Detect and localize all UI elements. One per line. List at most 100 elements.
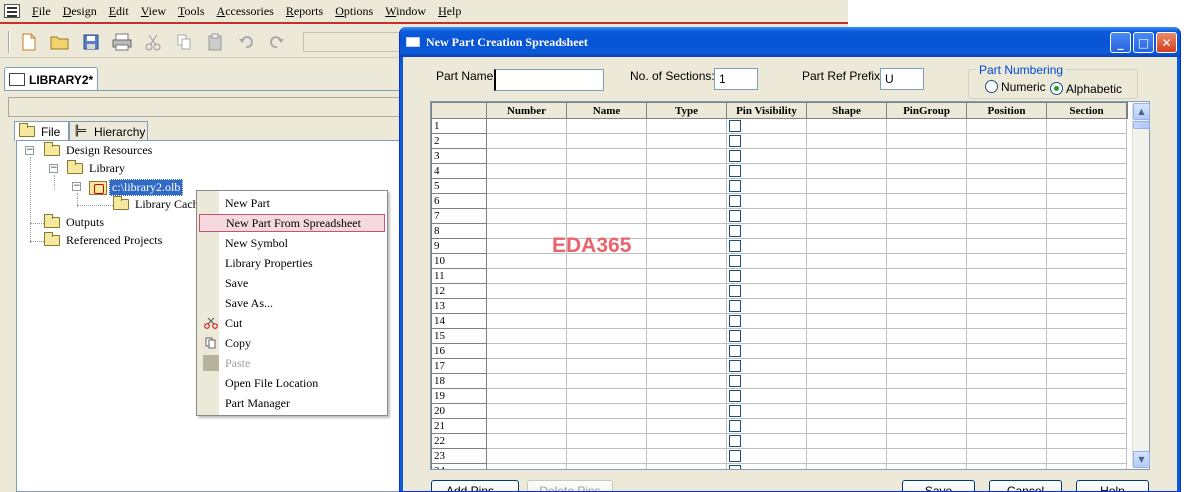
grid-vertical-scrollbar[interactable]: ▲ ▼	[1132, 103, 1150, 468]
grid-cell[interactable]	[566, 268, 647, 284]
menu-item-save[interactable]: Save	[199, 274, 385, 292]
grid-cell[interactable]	[966, 253, 1047, 269]
grid-cell[interactable]	[966, 178, 1047, 194]
menu-item-new-part-from-spreadsheet[interactable]: New Part From Spreadsheet	[199, 214, 385, 232]
grid-cell[interactable]	[966, 403, 1047, 419]
app-icon[interactable]	[4, 4, 20, 18]
pin-visibility-checkbox[interactable]	[729, 240, 741, 252]
grid-cell[interactable]	[806, 448, 887, 464]
grid-cell[interactable]	[486, 268, 567, 284]
grid-cell[interactable]	[646, 298, 727, 314]
tab-file[interactable]: File	[14, 121, 69, 141]
copy-icon[interactable]	[173, 31, 195, 53]
menu-item-open-file-location[interactable]: Open File Location	[199, 374, 385, 392]
row-number[interactable]: 2	[431, 133, 487, 149]
pin-visibility-checkbox[interactable]	[729, 360, 741, 372]
pin-visibility-cell[interactable]	[726, 268, 807, 284]
grid-cell[interactable]	[966, 193, 1047, 209]
grid-cell[interactable]	[806, 433, 887, 449]
collapse-library[interactable]: −	[49, 164, 58, 173]
grid-cell[interactable]	[646, 133, 727, 149]
menu-options[interactable]: Options	[329, 4, 379, 19]
row-number[interactable]: 18	[431, 373, 487, 389]
grid-cell[interactable]	[1046, 148, 1127, 164]
grid-cell[interactable]	[566, 403, 647, 419]
grid-cell[interactable]	[646, 388, 727, 404]
grid-cell[interactable]	[566, 448, 647, 464]
grid-cell[interactable]	[1046, 178, 1127, 194]
grid-cell[interactable]	[1046, 118, 1127, 134]
paste-icon[interactable]	[204, 31, 226, 53]
grid-cell[interactable]	[486, 193, 567, 209]
grid-cell[interactable]	[966, 463, 1047, 469]
grid-cell[interactable]	[646, 313, 727, 329]
grid-cell[interactable]	[886, 178, 967, 194]
column-header-shape[interactable]: Shape	[806, 102, 887, 119]
grid-cell[interactable]	[486, 283, 567, 299]
pin-visibility-checkbox[interactable]	[729, 270, 741, 282]
menu-accessories[interactable]: Accessories	[211, 4, 280, 19]
grid-cell[interactable]	[886, 283, 967, 299]
dialog-title-bar[interactable]: New Part Creation Spreadsheet	[400, 27, 1180, 57]
row-number[interactable]: 5	[431, 178, 487, 194]
pin-visibility-checkbox[interactable]	[729, 150, 741, 162]
pin-visibility-cell[interactable]	[726, 223, 807, 239]
grid-cell[interactable]	[1046, 283, 1127, 299]
scroll-up-icon[interactable]: ▲	[1133, 103, 1150, 120]
pin-visibility-checkbox[interactable]	[729, 120, 741, 132]
collapse-design-resources[interactable]: −	[25, 146, 34, 155]
pin-visibility-cell[interactable]	[726, 148, 807, 164]
row-number[interactable]: 24	[431, 463, 487, 469]
grid-cell[interactable]	[646, 208, 727, 224]
row-number[interactable]: 17	[431, 358, 487, 374]
grid-cell[interactable]	[486, 388, 567, 404]
grid-cell[interactable]	[966, 298, 1047, 314]
pin-visibility-cell[interactable]	[726, 358, 807, 374]
row-number[interactable]: 13	[431, 298, 487, 314]
tree-item-library-cache[interactable]: Library Cach	[113, 196, 199, 212]
pin-visibility-cell[interactable]	[726, 133, 807, 149]
close-button[interactable]: ✕	[1156, 32, 1177, 53]
row-number[interactable]: 19	[431, 388, 487, 404]
grid-cell[interactable]	[486, 358, 567, 374]
column-header-pingroup[interactable]: PinGroup	[886, 102, 967, 119]
grid-cell[interactable]	[486, 163, 567, 179]
grid-cell[interactable]	[886, 448, 967, 464]
row-number[interactable]: 21	[431, 418, 487, 434]
row-number[interactable]: 4	[431, 163, 487, 179]
grid-cell[interactable]	[886, 148, 967, 164]
menu-item-copy[interactable]: Copy	[199, 334, 385, 352]
pin-visibility-cell[interactable]	[726, 448, 807, 464]
pin-visibility-checkbox[interactable]	[729, 135, 741, 147]
pin-visibility-cell[interactable]	[726, 403, 807, 419]
grid-cell[interactable]	[886, 208, 967, 224]
pin-visibility-cell[interactable]	[726, 163, 807, 179]
grid-cell[interactable]	[1046, 403, 1127, 419]
grid-cell[interactable]	[966, 373, 1047, 389]
tree-item-referenced-projects[interactable]: Referenced Projects	[44, 232, 162, 248]
pin-visibility-checkbox[interactable]	[729, 435, 741, 447]
grid-cell[interactable]	[566, 118, 647, 134]
grid-cell[interactable]	[1046, 223, 1127, 239]
row-number[interactable]: 10	[431, 253, 487, 269]
grid-cell[interactable]	[806, 133, 887, 149]
grid-cell[interactable]	[806, 193, 887, 209]
row-number[interactable]: 20	[431, 403, 487, 419]
grid-cell[interactable]	[646, 403, 727, 419]
grid-cell[interactable]	[886, 328, 967, 344]
grid-cell[interactable]	[1046, 298, 1127, 314]
grid-cell[interactable]	[486, 148, 567, 164]
scroll-down-icon[interactable]: ▼	[1133, 451, 1150, 468]
alphabetic-label[interactable]: Alphabetic	[1066, 82, 1122, 96]
toolbar-grip[interactable]	[8, 30, 10, 53]
grid-cell[interactable]	[486, 463, 567, 469]
grid-cell[interactable]	[1046, 238, 1127, 254]
row-number[interactable]: 1	[431, 118, 487, 134]
pin-visibility-cell[interactable]	[726, 193, 807, 209]
pin-visibility-cell[interactable]	[726, 118, 807, 134]
grid-cell[interactable]	[806, 163, 887, 179]
grid-cell[interactable]	[486, 313, 567, 329]
menu-item-new-symbol[interactable]: New Symbol	[199, 234, 385, 252]
grid-cell[interactable]	[966, 268, 1047, 284]
column-header-position[interactable]: Position	[966, 102, 1047, 119]
